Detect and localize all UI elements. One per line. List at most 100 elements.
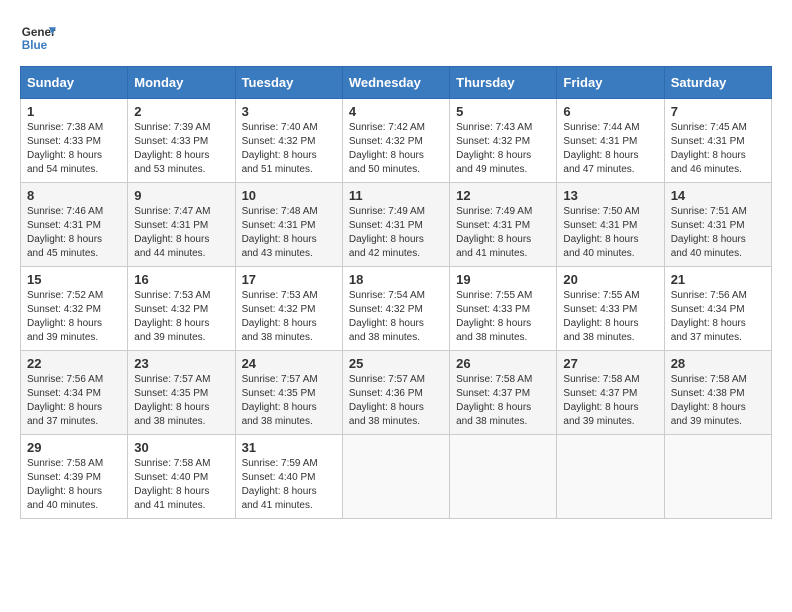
day-info: Sunrise: 7:57 AMSunset: 4:36 PMDaylight:… [349,373,443,429]
calendar-cell [342,435,449,519]
day-number: 18 [349,272,443,287]
calendar-cell: 20 Sunrise: 7:55 AMSunset: 4:33 PMDayligh… [557,267,664,351]
calendar-cell: 26 Sunrise: 7:58 AMSunset: 4:37 PMDayligh… [450,351,557,435]
day-info: Sunrise: 7:58 AMSunset: 4:39 PMDaylight:… [27,457,121,513]
day-number: 29 [27,440,121,455]
day-info: Sunrise: 7:40 AMSunset: 4:32 PMDaylight:… [242,121,336,177]
day-number: 23 [134,356,228,371]
day-info: Sunrise: 7:58 AMSunset: 4:38 PMDaylight:… [671,373,765,429]
calendar-cell: 29 Sunrise: 7:58 AMSunset: 4:39 PMDayligh… [21,435,128,519]
day-info: Sunrise: 7:58 AMSunset: 4:37 PMDaylight:… [563,373,657,429]
day-number: 14 [671,188,765,203]
day-info: Sunrise: 7:59 AMSunset: 4:40 PMDaylight:… [242,457,336,513]
logo-icon: General Blue [20,20,56,56]
calendar-cell: 8 Sunrise: 7:46 AMSunset: 4:31 PMDaylight… [21,183,128,267]
calendar-cell: 11Sunrise: 7:49 AMSunset: 4:31 PMDayligh… [342,183,449,267]
day-info: Sunrise: 7:55 AMSunset: 4:33 PMDaylight:… [563,289,657,345]
calendar-cell: 1 Sunrise: 7:38 AMSunset: 4:33 PMDaylight… [21,99,128,183]
day-number: 10 [242,188,336,203]
calendar-cell: 18 Sunrise: 7:54 AMSunset: 4:32 PMDayligh… [342,267,449,351]
svg-text:Blue: Blue [22,39,48,52]
day-number: 21 [671,272,765,287]
calendar-cell: 7 Sunrise: 7:45 AMSunset: 4:31 PMDaylight… [664,99,771,183]
day-number: 1 [27,104,121,119]
calendar-week-row: 29 Sunrise: 7:58 AMSunset: 4:39 PMDayligh… [21,435,772,519]
day-number: 12 [456,188,550,203]
calendar-cell: 17 Sunrise: 7:53 AMSunset: 4:32 PMDayligh… [235,267,342,351]
calendar-cell: 28 Sunrise: 7:58 AMSunset: 4:38 PMDayligh… [664,351,771,435]
calendar-cell: 23 Sunrise: 7:57 AMSunset: 4:35 PMDayligh… [128,351,235,435]
day-info: Sunrise: 7:57 AMSunset: 4:35 PMDaylight:… [134,373,228,429]
day-info: Sunrise: 7:53 AMSunset: 4:32 PMDaylight:… [134,289,228,345]
day-info: Sunrise: 7:54 AMSunset: 4:32 PMDaylight:… [349,289,443,345]
calendar-week-row: 1 Sunrise: 7:38 AMSunset: 4:33 PMDaylight… [21,99,772,183]
calendar-cell [557,435,664,519]
day-number: 4 [349,104,443,119]
day-info: Sunrise: 7:53 AMSunset: 4:32 PMDaylight:… [242,289,336,345]
calendar-cell: 16 Sunrise: 7:53 AMSunset: 4:32 PMDayligh… [128,267,235,351]
calendar-cell [664,435,771,519]
day-number: 28 [671,356,765,371]
day-number: 17 [242,272,336,287]
day-number: 26 [456,356,550,371]
day-number: 7 [671,104,765,119]
calendar-day-header: Thursday [450,67,557,99]
calendar-week-row: 22Sunrise: 7:56 AMSunset: 4:34 PMDayligh… [21,351,772,435]
day-info: Sunrise: 7:47 AMSunset: 4:31 PMDaylight:… [134,205,228,261]
day-number: 30 [134,440,228,455]
day-number: 2 [134,104,228,119]
calendar-cell: 22Sunrise: 7:56 AMSunset: 4:34 PMDayligh… [21,351,128,435]
day-number: 16 [134,272,228,287]
day-number: 15 [27,272,121,287]
calendar-cell: 6 Sunrise: 7:44 AMSunset: 4:31 PMDaylight… [557,99,664,183]
day-number: 11 [349,188,443,203]
day-info: Sunrise: 7:49 AMSunset: 4:31 PMDaylight:… [456,205,550,261]
day-number: 31 [242,440,336,455]
day-info: Sunrise: 7:58 AMSunset: 4:37 PMDaylight:… [456,373,550,429]
calendar-cell: 19Sunrise: 7:55 AMSunset: 4:33 PMDayligh… [450,267,557,351]
calendar-cell: 12 Sunrise: 7:49 AMSunset: 4:31 PMDayligh… [450,183,557,267]
day-info: Sunrise: 7:38 AMSunset: 4:33 PMDaylight:… [27,121,121,177]
day-info: Sunrise: 7:44 AMSunset: 4:31 PMDaylight:… [563,121,657,177]
calendar-cell: 21Sunrise: 7:56 AMSunset: 4:34 PMDayligh… [664,267,771,351]
day-number: 8 [27,188,121,203]
calendar-day-header: Tuesday [235,67,342,99]
calendar-cell: 15 Sunrise: 7:52 AMSunset: 4:32 PMDayligh… [21,267,128,351]
calendar-cell: 9 Sunrise: 7:47 AMSunset: 4:31 PMDaylight… [128,183,235,267]
calendar-cell: 14 Sunrise: 7:51 AMSunset: 4:31 PMDayligh… [664,183,771,267]
day-info: Sunrise: 7:55 AMSunset: 4:33 PMDaylight:… [456,289,550,345]
calendar-cell: 27 Sunrise: 7:58 AMSunset: 4:37 PMDayligh… [557,351,664,435]
calendar-cell: 31 Sunrise: 7:59 AMSunset: 4:40 PMDayligh… [235,435,342,519]
day-number: 24 [242,356,336,371]
day-number: 27 [563,356,657,371]
day-info: Sunrise: 7:50 AMSunset: 4:31 PMDaylight:… [563,205,657,261]
calendar-cell: 2 Sunrise: 7:39 AMSunset: 4:33 PMDaylight… [128,99,235,183]
day-number: 20 [563,272,657,287]
day-info: Sunrise: 7:58 AMSunset: 4:40 PMDaylight:… [134,457,228,513]
day-number: 5 [456,104,550,119]
day-number: 3 [242,104,336,119]
calendar-cell: 24 Sunrise: 7:57 AMSunset: 4:35 PMDayligh… [235,351,342,435]
day-number: 6 [563,104,657,119]
day-info: Sunrise: 7:39 AMSunset: 4:33 PMDaylight:… [134,121,228,177]
calendar-header-row: SundayMondayTuesdayWednesdayThursdayFrid… [21,67,772,99]
day-info: Sunrise: 7:56 AMSunset: 4:34 PMDaylight:… [27,373,121,429]
calendar-day-header: Friday [557,67,664,99]
day-info: Sunrise: 7:45 AMSunset: 4:31 PMDaylight:… [671,121,765,177]
day-info: Sunrise: 7:57 AMSunset: 4:35 PMDaylight:… [242,373,336,429]
calendar-cell: 3 Sunrise: 7:40 AMSunset: 4:32 PMDaylight… [235,99,342,183]
logo: General Blue [20,20,56,56]
day-info: Sunrise: 7:52 AMSunset: 4:32 PMDaylight:… [27,289,121,345]
calendar-cell: 10 Sunrise: 7:48 AMSunset: 4:31 PMDayligh… [235,183,342,267]
day-info: Sunrise: 7:51 AMSunset: 4:31 PMDaylight:… [671,205,765,261]
day-number: 9 [134,188,228,203]
calendar-day-header: Sunday [21,67,128,99]
day-info: Sunrise: 7:48 AMSunset: 4:31 PMDaylight:… [242,205,336,261]
calendar-week-row: 15 Sunrise: 7:52 AMSunset: 4:32 PMDayligh… [21,267,772,351]
day-info: Sunrise: 7:46 AMSunset: 4:31 PMDaylight:… [27,205,121,261]
day-info: Sunrise: 7:42 AMSunset: 4:32 PMDaylight:… [349,121,443,177]
calendar-cell [450,435,557,519]
day-info: Sunrise: 7:43 AMSunset: 4:32 PMDaylight:… [456,121,550,177]
calendar-day-header: Monday [128,67,235,99]
calendar-cell: 13Sunrise: 7:50 AMSunset: 4:31 PMDayligh… [557,183,664,267]
